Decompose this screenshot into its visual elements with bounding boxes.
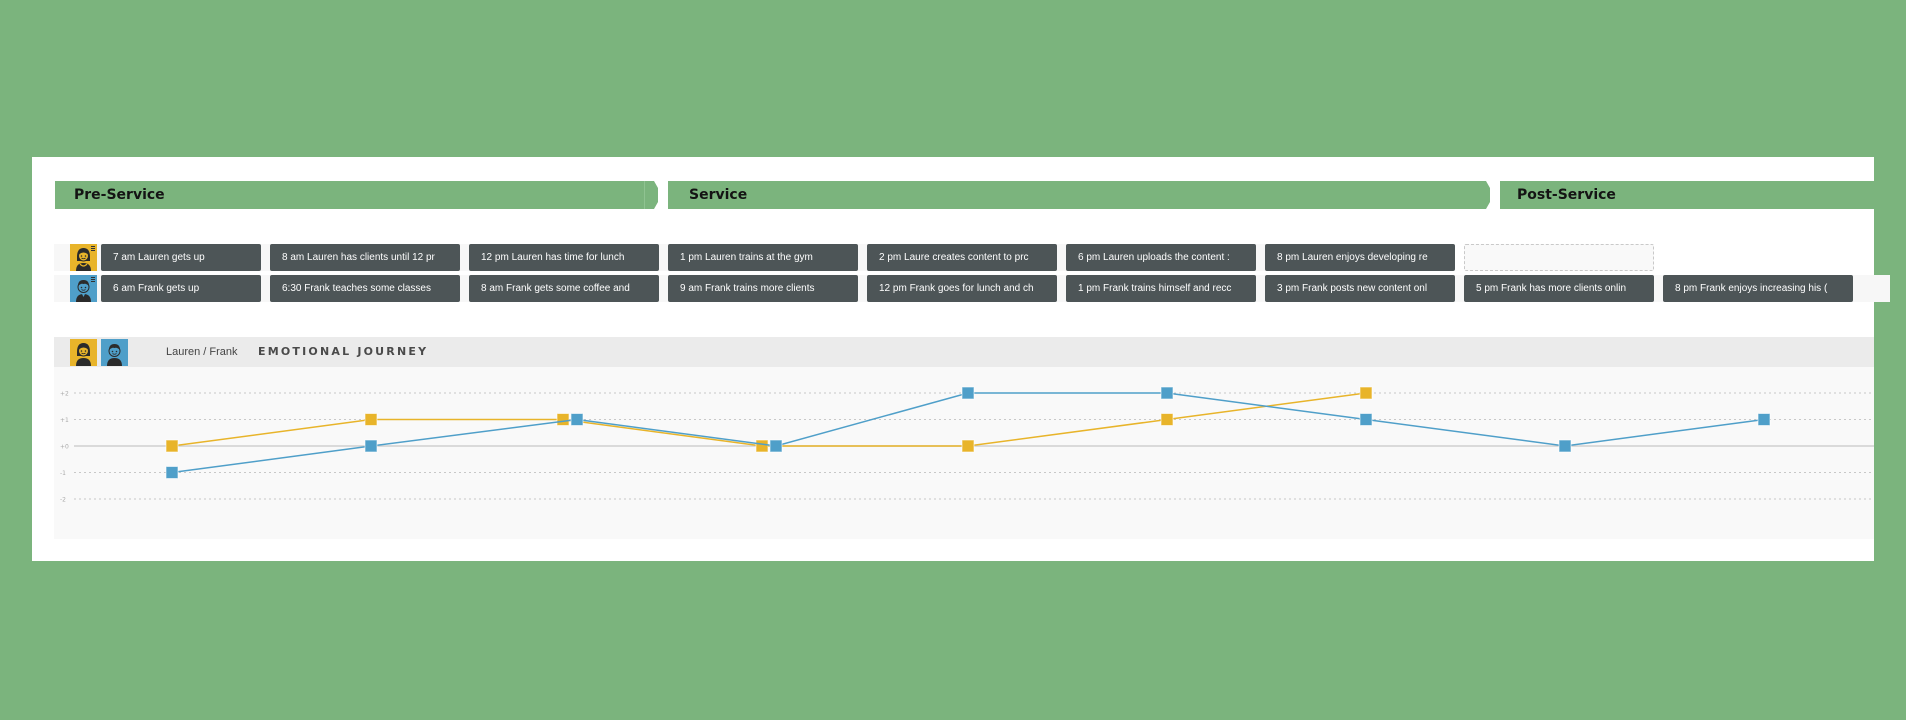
phase-label: Post-Service [1517, 187, 1616, 203]
data-point-frank [165, 466, 179, 479]
y-tick-label: +1 [60, 417, 69, 424]
phase-post-service[interactable]: Post-Service [1500, 181, 1874, 209]
man-avatar-icon [107, 344, 122, 366]
data-point-frank [570, 413, 584, 426]
phase-label: Service [689, 187, 748, 203]
step-card[interactable]: 12 pm Lauren has time for lunch [469, 244, 659, 271]
step-card[interactable]: 1 pm Lauren trains at the gym [668, 244, 858, 271]
data-point-lauren [364, 413, 378, 426]
data-point-frank [364, 439, 378, 453]
step-card[interactable]: 6 am Frank gets up [101, 275, 261, 302]
lauren-avatar[interactable] [70, 339, 97, 366]
data-point-lauren [961, 439, 975, 453]
emotional-journey-chart: +2 +1 +0 -1 -2 [54, 367, 1874, 539]
persona-names: Lauren / Frank [166, 346, 238, 358]
lauren-avatar[interactable] [70, 244, 97, 271]
step-card[interactable]: 8 am Lauren has clients until 12 pr [270, 244, 460, 271]
chevron-right-icon [654, 181, 668, 209]
data-point-lauren [556, 413, 570, 426]
step-card[interactable]: 7 am Lauren gets up [101, 244, 261, 271]
data-point-lauren [755, 439, 769, 453]
step-card[interactable]: 6:30 Frank teaches some classes [270, 275, 460, 302]
y-tick-label: -1 [60, 470, 66, 477]
data-point-frank [1160, 386, 1174, 400]
step-card[interactable]: 8 pm Lauren enjoys developing re [1265, 244, 1455, 271]
step-card[interactable]: 8 pm Frank enjoys increasing his ( [1663, 275, 1853, 302]
step-card[interactable]: 12 pm Frank goes for lunch and ch [867, 275, 1057, 302]
data-point-frank [769, 439, 783, 453]
data-point-lauren [1160, 413, 1174, 426]
data-point-frank [961, 386, 975, 400]
journey-map-card: Pre-Service Service Post-Service 7 am La… [32, 157, 1890, 561]
phase-service[interactable]: Service [668, 181, 1490, 209]
data-point-frank [1558, 439, 1572, 453]
emotional-journey-svg: +2 +1 +0 -1 -2 [60, 386, 1874, 504]
step-card[interactable]: 5 pm Frank has more clients onlin [1464, 275, 1654, 302]
empty-step-slot[interactable] [1464, 244, 1654, 271]
avatar-menu-icon[interactable] [91, 246, 95, 251]
series-line-frank [171, 392, 1765, 474]
phase-divider [644, 181, 645, 209]
data-point-frank [1359, 413, 1373, 426]
step-card[interactable]: 1 pm Frank trains himself and recc [1066, 275, 1256, 302]
step-card[interactable]: 6 pm Lauren uploads the content : [1066, 244, 1256, 271]
y-tick-label: +0 [60, 444, 69, 451]
frank-avatar[interactable] [70, 275, 97, 302]
data-point-lauren [1359, 386, 1373, 400]
frank-avatar[interactable] [101, 339, 128, 366]
step-card[interactable]: 9 am Frank trains more clients [668, 275, 858, 302]
phase-pre-service[interactable]: Pre-Service [55, 181, 658, 209]
section-title: EMOTIONAL JOURNEY [258, 345, 429, 358]
phase-label: Pre-Service [74, 187, 165, 203]
y-tick-label: -2 [60, 497, 66, 504]
avatar-menu-icon[interactable] [91, 277, 95, 282]
step-card[interactable]: 2 pm Laure creates content to prc [867, 244, 1057, 271]
emotional-journey-header: Lauren / Frank EMOTIONAL JOURNEY [54, 337, 1874, 367]
data-point-frank [1757, 413, 1771, 426]
y-tick-label: +2 [60, 391, 69, 398]
step-card[interactable]: 3 pm Frank posts new content onl [1265, 275, 1455, 302]
woman-avatar-icon [76, 343, 91, 366]
step-card[interactable]: 8 am Frank gets some coffee and [469, 275, 659, 302]
chevron-right-icon [1486, 181, 1500, 209]
data-point-lauren [165, 439, 179, 453]
